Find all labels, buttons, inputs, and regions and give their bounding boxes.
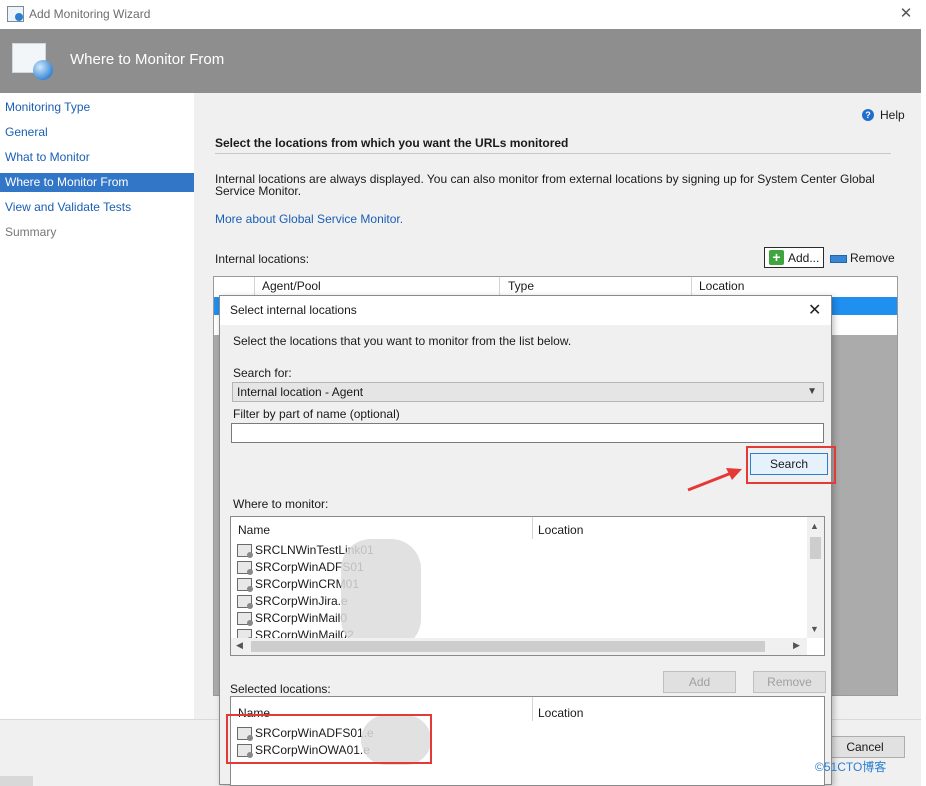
grid-column-separator xyxy=(499,277,500,295)
list-header-name[interactable]: Name xyxy=(238,523,270,537)
where-to-monitor-label: Where to monitor: xyxy=(233,497,329,511)
page-title: Where to Monitor From xyxy=(70,51,225,68)
grid-header-agent-pool[interactable]: Agent/Pool xyxy=(262,279,321,295)
list-item-name: SRCorpWinJira.e xyxy=(255,594,348,608)
cancel-button[interactable]: Cancel xyxy=(825,736,905,758)
plus-icon: + xyxy=(769,250,784,265)
list-item[interactable]: SRCorpWinJira.e xyxy=(237,593,348,610)
nav-item-what-to-monitor[interactable]: What to Monitor xyxy=(0,148,194,167)
help-link[interactable]: Help xyxy=(880,108,905,122)
help-icon[interactable]: ? xyxy=(862,109,874,121)
dialog-close-icon[interactable]: ✕ xyxy=(808,300,821,320)
horizontal-scroll-thumb[interactable] xyxy=(251,641,765,652)
scroll-right-icon[interactable]: ▶ xyxy=(793,640,800,651)
list-item[interactable]: SRCorpWinMail0 xyxy=(237,610,347,627)
global-service-monitor-link[interactable]: More about Global Service Monitor. xyxy=(215,212,403,226)
grid-column-separator xyxy=(691,277,692,295)
add-selected-button[interactable]: Add xyxy=(663,671,736,693)
list-item-name: SRCorpWinMail02 xyxy=(255,628,354,638)
search-for-dropdown[interactable]: Internal location - Agent ▼ xyxy=(232,382,824,402)
nav-item-summary: Summary xyxy=(5,225,57,239)
wizard-header: Where to Monitor From xyxy=(0,29,921,93)
redaction-blur xyxy=(341,539,421,649)
grid-column-separator xyxy=(254,277,255,295)
selected-header-location[interactable]: Location xyxy=(538,706,583,720)
nav-item-view-validate-tests[interactable]: View and Validate Tests xyxy=(0,198,194,217)
info-text: Internal locations are always displayed.… xyxy=(215,172,875,198)
remove-selected-button[interactable]: Remove xyxy=(753,671,826,693)
list-column-separator xyxy=(532,517,533,539)
server-icon xyxy=(237,629,253,638)
nav-item-general[interactable]: General xyxy=(0,123,194,142)
dialog-titlebar: Select internal locations ✕ xyxy=(220,296,831,325)
server-icon xyxy=(237,595,253,610)
minus-icon xyxy=(830,254,847,263)
nav-item-where-to-monitor-from[interactable]: Where to Monitor From xyxy=(0,173,194,192)
section-title: Select the locations from which you want… xyxy=(215,136,569,150)
search-for-label: Search for: xyxy=(233,366,292,380)
window-title: Add Monitoring Wizard xyxy=(29,7,151,21)
chevron-down-icon: ▼ xyxy=(807,386,817,397)
wizard-steps-nav: Monitoring Type General What to Monitor … xyxy=(0,93,194,719)
remove-location-button[interactable]: Remove xyxy=(830,251,895,265)
annotation-arrow-icon xyxy=(687,468,742,492)
filter-input[interactable] xyxy=(231,423,824,443)
server-icon xyxy=(237,578,253,593)
scroll-left-icon[interactable]: ◀ xyxy=(236,640,243,651)
filter-label: Filter by part of name (optional) xyxy=(233,407,400,421)
list-vertical-scrollbar[interactable]: ▲ ▼ xyxy=(807,517,824,638)
wizard-app-icon xyxy=(7,6,24,22)
server-icon xyxy=(237,561,253,576)
grid-header-type[interactable]: Type xyxy=(508,279,534,295)
server-icon xyxy=(237,612,253,627)
list-item[interactable]: SRCorpWinMail02 xyxy=(237,627,354,638)
selected-items-highlight-box xyxy=(226,714,432,764)
scroll-down-icon[interactable]: ▼ xyxy=(810,624,819,634)
list-header-location[interactable]: Location xyxy=(538,523,583,537)
where-to-monitor-list[interactable]: Name Location SRCLNWinTestLink01 SRCorpW… xyxy=(230,516,825,656)
search-for-value: Internal location - Agent xyxy=(237,385,364,399)
list-item-name: SRCorpWinMail0 xyxy=(255,611,348,625)
selected-column-separator xyxy=(532,697,533,721)
nav-item-monitoring-type[interactable]: Monitoring Type xyxy=(0,98,194,117)
search-highlight-box xyxy=(746,446,836,484)
vertical-scroll-thumb[interactable] xyxy=(810,537,821,559)
dialog-title: Select internal locations xyxy=(230,303,357,317)
scroll-up-icon[interactable]: ▲ xyxy=(810,521,819,531)
watermark: ©51CTO博客 xyxy=(815,760,887,774)
select-internal-locations-dialog: Select internal locations ✕ Select the l… xyxy=(219,295,832,786)
window-titlebar: Add Monitoring Wizard ✕ xyxy=(0,0,926,29)
server-icon xyxy=(237,544,253,559)
remove-location-label: Remove xyxy=(850,251,895,265)
dialog-instruction: Select the locations that you want to mo… xyxy=(233,334,572,348)
window-close-icon[interactable]: ✕ xyxy=(898,4,914,22)
add-location-label: Add... xyxy=(788,251,820,265)
grid-header-location[interactable]: Location xyxy=(699,279,744,295)
selected-locations-label: Selected locations: xyxy=(230,682,331,696)
monitor-globe-icon xyxy=(12,43,53,80)
add-location-button[interactable]: + Add... xyxy=(764,247,824,268)
internal-locations-label: Internal locations: xyxy=(215,252,310,266)
list-horizontal-scrollbar[interactable]: ◀ ▶ xyxy=(231,638,807,655)
section-divider xyxy=(215,153,891,154)
window-edge xyxy=(921,29,926,785)
